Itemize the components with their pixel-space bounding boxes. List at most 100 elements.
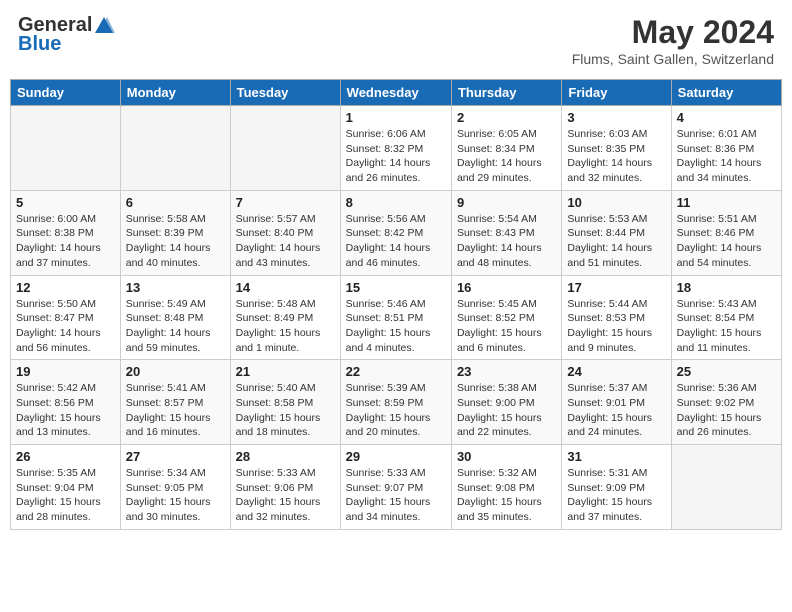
calendar-week-row: 19 Sunrise: 5:42 AM Sunset: 8:56 PM Dayli… — [11, 360, 782, 445]
title-block: May 2024 Flums, Saint Gallen, Switzerlan… — [572, 14, 774, 67]
calendar-day-cell: 27 Sunrise: 5:34 AM Sunset: 9:05 PM Dayli… — [120, 445, 230, 530]
day-number: 4 — [677, 110, 776, 125]
day-number: 5 — [16, 195, 115, 210]
day-number: 20 — [126, 364, 225, 379]
calendar-day-cell: 25 Sunrise: 5:36 AM Sunset: 9:02 PM Dayli… — [671, 360, 781, 445]
day-number: 18 — [677, 280, 776, 295]
day-info: Sunrise: 5:42 AM Sunset: 8:56 PM Dayligh… — [16, 381, 115, 440]
day-info: Sunrise: 5:34 AM Sunset: 9:05 PM Dayligh… — [126, 466, 225, 525]
calendar-day-cell: 11Sunrise: 5:51 AM Sunset: 8:46 PM Dayli… — [671, 190, 781, 275]
logo-icon — [93, 15, 115, 37]
calendar-day-cell: 28Sunrise: 5:33 AM Sunset: 9:06 PM Dayli… — [230, 445, 340, 530]
calendar-day-cell: 2 Sunrise: 6:05 AM Sunset: 8:34 PM Daylig… — [451, 106, 561, 191]
logo-blue: Blue — [18, 33, 61, 56]
day-info: Sunrise: 5:45 AM Sunset: 8:52 PM Dayligh… — [457, 297, 556, 356]
day-number: 12 — [16, 280, 115, 295]
calendar-day-cell: 15 Sunrise: 5:46 AM Sunset: 8:51 PM Dayli… — [340, 275, 451, 360]
day-number: 16 — [457, 280, 556, 295]
calendar-table: SundayMondayTuesdayWednesdayThursdayFrid… — [10, 79, 782, 530]
page-header: General Blue May 2024 Flums, Saint Galle… — [10, 10, 782, 71]
day-number: 26 — [16, 449, 115, 464]
day-number: 9 — [457, 195, 556, 210]
day-number: 19 — [16, 364, 115, 379]
calendar-day-cell: 14 Sunrise: 5:48 AM Sunset: 8:49 PM Dayli… — [230, 275, 340, 360]
day-info: Sunrise: 5:39 AM Sunset: 8:59 PM Dayligh… — [346, 381, 446, 440]
calendar-day-cell: 10 Sunrise: 5:53 AM Sunset: 8:44 PM Dayli… — [562, 190, 671, 275]
calendar-day-cell: 31Sunrise: 5:31 AM Sunset: 9:09 PM Dayli… — [562, 445, 671, 530]
day-info: Sunrise: 5:49 AM Sunset: 8:48 PM Dayligh… — [126, 297, 225, 356]
calendar-day-cell: 5 Sunrise: 6:00 AM Sunset: 8:38 PM Daylig… — [11, 190, 121, 275]
calendar-day-cell: 29 Sunrise: 5:33 AM Sunset: 9:07 PM Dayli… — [340, 445, 451, 530]
day-number: 6 — [126, 195, 225, 210]
day-info: Sunrise: 5:58 AM Sunset: 8:39 PM Dayligh… — [126, 212, 225, 271]
calendar-day-cell: 20 Sunrise: 5:41 AM Sunset: 8:57 PM Dayli… — [120, 360, 230, 445]
day-info: Sunrise: 6:00 AM Sunset: 8:38 PM Dayligh… — [16, 212, 115, 271]
calendar-day-cell: 13Sunrise: 5:49 AM Sunset: 8:48 PM Dayli… — [120, 275, 230, 360]
calendar-day-cell: 19 Sunrise: 5:42 AM Sunset: 8:56 PM Dayli… — [11, 360, 121, 445]
day-info: Sunrise: 5:43 AM Sunset: 8:54 PM Dayligh… — [677, 297, 776, 356]
day-info: Sunrise: 5:53 AM Sunset: 8:44 PM Dayligh… — [567, 212, 665, 271]
day-info: Sunrise: 5:35 AM Sunset: 9:04 PM Dayligh… — [16, 466, 115, 525]
day-info: Sunrise: 5:46 AM Sunset: 8:51 PM Dayligh… — [346, 297, 446, 356]
day-number: 29 — [346, 449, 446, 464]
weekday-header: Friday — [562, 80, 671, 106]
calendar-day-cell: 21 Sunrise: 5:40 AM Sunset: 8:58 PM Dayli… — [230, 360, 340, 445]
calendar-day-cell: 24Sunrise: 5:37 AM Sunset: 9:01 PM Dayli… — [562, 360, 671, 445]
weekday-header: Wednesday — [340, 80, 451, 106]
calendar-day-cell: 7 Sunrise: 5:57 AM Sunset: 8:40 PM Daylig… — [230, 190, 340, 275]
calendar-day-cell: 16 Sunrise: 5:45 AM Sunset: 8:52 PM Dayli… — [451, 275, 561, 360]
day-info: Sunrise: 5:41 AM Sunset: 8:57 PM Dayligh… — [126, 381, 225, 440]
day-info: Sunrise: 5:32 AM Sunset: 9:08 PM Dayligh… — [457, 466, 556, 525]
calendar-day-cell: 1Sunrise: 6:06 AM Sunset: 8:32 PM Daylig… — [340, 106, 451, 191]
page-subtitle: Flums, Saint Gallen, Switzerland — [572, 51, 774, 67]
calendar-day-cell: 3Sunrise: 6:03 AM Sunset: 8:35 PM Daylig… — [562, 106, 671, 191]
day-info: Sunrise: 5:40 AM Sunset: 8:58 PM Dayligh… — [236, 381, 335, 440]
calendar-day-cell: 12 Sunrise: 5:50 AM Sunset: 8:47 PM Dayli… — [11, 275, 121, 360]
day-number: 2 — [457, 110, 556, 125]
day-info: Sunrise: 5:44 AM Sunset: 8:53 PM Dayligh… — [567, 297, 665, 356]
calendar-day-cell: 23Sunrise: 5:38 AM Sunset: 9:00 PM Dayli… — [451, 360, 561, 445]
day-info: Sunrise: 5:54 AM Sunset: 8:43 PM Dayligh… — [457, 212, 556, 271]
day-info: Sunrise: 5:57 AM Sunset: 8:40 PM Dayligh… — [236, 212, 335, 271]
day-info: Sunrise: 6:06 AM Sunset: 8:32 PM Dayligh… — [346, 127, 446, 186]
day-info: Sunrise: 5:31 AM Sunset: 9:09 PM Dayligh… — [567, 466, 665, 525]
day-info: Sunrise: 5:51 AM Sunset: 8:46 PM Dayligh… — [677, 212, 776, 271]
day-number: 10 — [567, 195, 665, 210]
day-number: 17 — [567, 280, 665, 295]
day-info: Sunrise: 5:36 AM Sunset: 9:02 PM Dayligh… — [677, 381, 776, 440]
day-number: 14 — [236, 280, 335, 295]
calendar-day-cell: 4 Sunrise: 6:01 AM Sunset: 8:36 PM Daylig… — [671, 106, 781, 191]
day-number: 21 — [236, 364, 335, 379]
calendar-week-row: 26 Sunrise: 5:35 AM Sunset: 9:04 PM Dayli… — [11, 445, 782, 530]
day-number: 30 — [457, 449, 556, 464]
calendar-day-cell — [11, 106, 121, 191]
calendar-day-cell: 18 Sunrise: 5:43 AM Sunset: 8:54 PM Dayli… — [671, 275, 781, 360]
day-number: 24 — [567, 364, 665, 379]
day-number: 8 — [346, 195, 446, 210]
day-number: 25 — [677, 364, 776, 379]
day-info: Sunrise: 5:56 AM Sunset: 8:42 PM Dayligh… — [346, 212, 446, 271]
day-number: 3 — [567, 110, 665, 125]
day-number: 22 — [346, 364, 446, 379]
weekday-header: Sunday — [11, 80, 121, 106]
calendar-week-row: 1Sunrise: 6:06 AM Sunset: 8:32 PM Daylig… — [11, 106, 782, 191]
day-number: 7 — [236, 195, 335, 210]
day-number: 27 — [126, 449, 225, 464]
calendar-day-cell: 8 Sunrise: 5:56 AM Sunset: 8:42 PM Daylig… — [340, 190, 451, 275]
weekday-header: Thursday — [451, 80, 561, 106]
calendar-day-cell — [671, 445, 781, 530]
day-info: Sunrise: 5:38 AM Sunset: 9:00 PM Dayligh… — [457, 381, 556, 440]
day-info: Sunrise: 6:05 AM Sunset: 8:34 PM Dayligh… — [457, 127, 556, 186]
calendar-day-cell: 6 Sunrise: 5:58 AM Sunset: 8:39 PM Daylig… — [120, 190, 230, 275]
day-info: Sunrise: 5:48 AM Sunset: 8:49 PM Dayligh… — [236, 297, 335, 356]
day-info: Sunrise: 5:33 AM Sunset: 9:06 PM Dayligh… — [236, 466, 335, 525]
calendar-day-cell — [120, 106, 230, 191]
calendar-day-cell: 26 Sunrise: 5:35 AM Sunset: 9:04 PM Dayli… — [11, 445, 121, 530]
calendar-week-row: 5 Sunrise: 6:00 AM Sunset: 8:38 PM Daylig… — [11, 190, 782, 275]
calendar-week-row: 12 Sunrise: 5:50 AM Sunset: 8:47 PM Dayli… — [11, 275, 782, 360]
day-info: Sunrise: 5:33 AM Sunset: 9:07 PM Dayligh… — [346, 466, 446, 525]
day-info: Sunrise: 6:01 AM Sunset: 8:36 PM Dayligh… — [677, 127, 776, 186]
weekday-header: Monday — [120, 80, 230, 106]
day-info: Sunrise: 5:50 AM Sunset: 8:47 PM Dayligh… — [16, 297, 115, 356]
day-number: 15 — [346, 280, 446, 295]
